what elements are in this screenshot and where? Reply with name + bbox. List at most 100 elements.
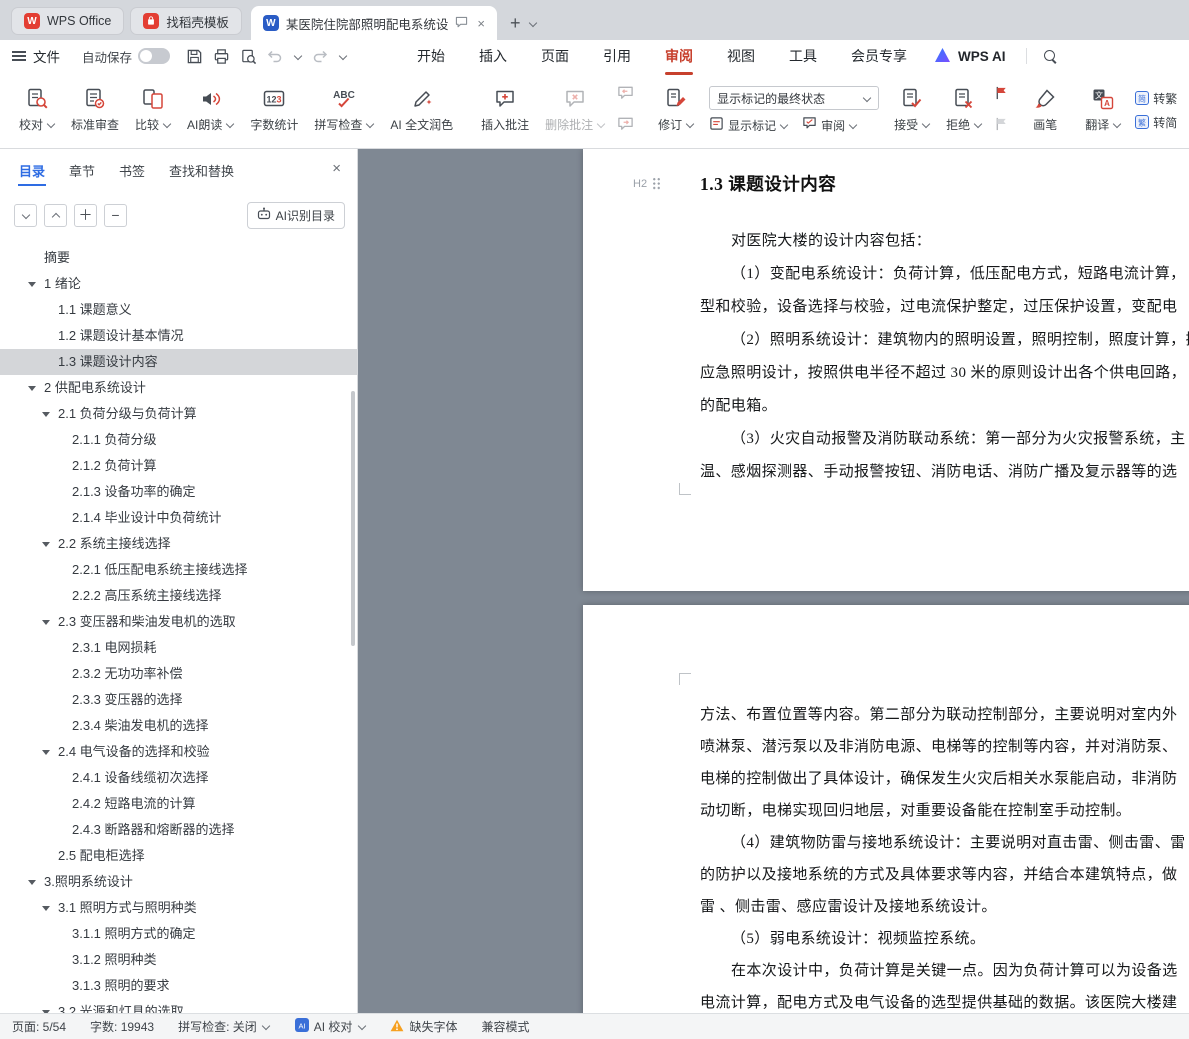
new-tab-button[interactable]: + <box>510 14 521 32</box>
word-count-indicator[interactable]: 字数: 19943 <box>90 1018 154 1035</box>
document-page-2[interactable]: 方法、布置位置等内容。第二部分为联动控制部分，主要说明对室内外喷淋泵、潜污泵以及… <box>583 605 1189 1013</box>
tab-wps-office[interactable]: W WPS Office <box>11 7 124 35</box>
document-text-line[interactable]: 动切断，电梯实现回归地层，对重要设备能在控制室手动控制。 <box>583 795 1189 827</box>
toc-item[interactable]: 2.2 系统主接线选择 <box>0 531 357 557</box>
save-button[interactable] <box>186 48 203 65</box>
ai-recognize-toc-button[interactable]: AI识别目录 <box>247 202 345 229</box>
insert-comment-button[interactable]: 插入批注 <box>474 82 536 138</box>
show-markup-button[interactable]: 显示标记 <box>709 116 788 134</box>
comment-bubble-icon[interactable] <box>455 16 468 31</box>
page-indicator[interactable]: 页面: 5/54 <box>12 1018 66 1035</box>
document-text-line[interactable]: 喷淋泵、潜污泵以及非消防电源、电梯等的控制等内容，并对消防泵、 <box>583 731 1189 763</box>
next-comment-icon[interactable] <box>617 116 634 135</box>
collapse-triangle-icon[interactable] <box>42 412 50 417</box>
toc-item[interactable]: 2.1 负荷分级与负荷计算 <box>0 401 357 427</box>
toc-item[interactable]: 2.5 配电柜选择 <box>0 843 357 869</box>
heading-level-marker[interactable]: H2 <box>633 177 661 190</box>
redo-dropdown-chevron-icon[interactable] <box>338 52 347 61</box>
collapse-triangle-icon[interactable] <box>42 620 50 625</box>
ai-read-aloud-button[interactable]: AI朗读 <box>180 82 241 138</box>
document-text-line[interactable]: 型和校验，设备选择与校验，过电流保护整定，过压保护设置，变配电 <box>583 291 1189 324</box>
toc-item[interactable]: 2.2.1 低压配电系统主接线选择 <box>0 557 357 583</box>
document-text-line[interactable]: 对医院大楼的设计内容包括： <box>583 225 1189 258</box>
toc-item[interactable]: 3.2 光源和灯具的选取 <box>0 999 357 1013</box>
toc-item[interactable]: 2.2.2 高压系统主接线选择 <box>0 583 357 609</box>
markup-state-select[interactable]: 显示标记的最终状态 <box>709 86 879 110</box>
menu-item-页面[interactable]: 页面 <box>539 40 571 72</box>
document-text-line[interactable]: 温、感烟探测器、手动报警按钮、消防电话、消防广播及复示器等的选 <box>583 456 1189 489</box>
document-text-line[interactable]: （2）照明系统设计：建筑物内的照明设置，照明控制，照度计算，插 <box>583 324 1189 357</box>
traditional-to-simplified-button[interactable]: 繁 转简 <box>1135 114 1177 131</box>
document-text-line[interactable]: 电梯的控制做出了具体设计，确保发生火灾后相关水泵能启动，非消防 <box>583 763 1189 795</box>
collapse-triangle-icon[interactable] <box>28 880 36 885</box>
drag-grip-icon[interactable] <box>652 177 661 190</box>
expand-all-button[interactable] <box>44 204 67 227</box>
print-preview-button[interactable] <box>240 48 257 65</box>
toc-item[interactable]: 2.4.2 短路电流的计算 <box>0 791 357 817</box>
document-text-line[interactable]: （5）弱电系统设计：视频监控系统。 <box>583 923 1189 955</box>
print-button[interactable] <box>213 48 230 65</box>
menu-item-引用[interactable]: 引用 <box>601 40 633 72</box>
document-text-line[interactable]: （1）变配电系统设计：负荷计算，低压配电方式，短路电流计算， <box>583 258 1189 291</box>
search-icon[interactable] <box>1043 49 1058 64</box>
spell-check-button[interactable]: ABC 拼写检查 <box>307 82 381 138</box>
document-text-line[interactable]: 电流计算，配电方式及电气设备的选型提供基础的数据。该医院大楼建 <box>583 987 1189 1013</box>
redo-button[interactable] <box>312 48 328 64</box>
panel-scrollbar-thumb[interactable] <box>351 391 355 646</box>
translate-button[interactable]: 文A 翻译 <box>1078 82 1128 138</box>
menu-item-工具[interactable]: 工具 <box>787 40 819 72</box>
collapse-all-button[interactable] <box>14 204 37 227</box>
compat-mode-indicator[interactable]: 兼容模式 <box>481 1018 529 1035</box>
menu-item-审阅[interactable]: 审阅 <box>663 40 695 72</box>
zoom-out-outline-button[interactable]: − <box>104 204 127 227</box>
panel-tab-chapters[interactable]: 章节 <box>68 151 96 190</box>
standard-review-button[interactable]: 标准审查 <box>64 82 126 138</box>
toc-item[interactable]: 1.3 课题设计内容 <box>0 349 357 375</box>
document-text-line[interactable]: 应急照明设计，按照供电半径不超过 30 米的原则设计出各个供电回路， <box>583 357 1189 390</box>
toc-item[interactable]: 2.4 电气设备的选择和校验 <box>0 739 357 765</box>
wps-ai-button[interactable]: WPS AI <box>935 48 1006 65</box>
accept-change-button[interactable]: 接受 <box>887 82 937 138</box>
section-heading[interactable]: 1.3 课题设计内容 <box>700 171 836 196</box>
autosave-toggle[interactable] <box>138 48 170 64</box>
menu-item-会员专享[interactable]: 会员专享 <box>849 40 909 72</box>
spellcheck-status[interactable]: 拼写检查: 关闭 <box>178 1018 271 1035</box>
document-text-line[interactable]: 的防护以及接地系统的方式及具体要求等内容，并结合本建筑特点，做 <box>583 859 1189 891</box>
menu-item-视图[interactable]: 视图 <box>725 40 757 72</box>
toc-item[interactable]: 2.4.3 断路器和熔断器的选择 <box>0 817 357 843</box>
panel-tab-toc[interactable]: 目录 <box>18 151 46 190</box>
next-change-flag-icon[interactable] <box>994 116 1009 135</box>
document-text-line[interactable]: 在本次设计中，负荷计算是关键一点。因为负荷计算可以为设备选 <box>583 955 1189 987</box>
previous-change-flag-icon[interactable] <box>994 85 1009 104</box>
menu-item-插入[interactable]: 插入 <box>477 40 509 72</box>
collapse-triangle-icon[interactable] <box>28 282 36 287</box>
close-panel-icon[interactable]: × <box>332 160 341 177</box>
document-text-line[interactable]: 的配电箱。 <box>583 390 1189 423</box>
toc-item[interactable]: 2.1.1 负荷分级 <box>0 427 357 453</box>
toc-item[interactable]: 3.1.2 照明种类 <box>0 947 357 973</box>
document-text-line[interactable]: （4）建筑物防雷与接地系统设计：主要说明对直击雷、侧击雷、雷 <box>583 827 1189 859</box>
zoom-in-outline-button[interactable]: ＋ <box>74 204 97 227</box>
toc-item[interactable]: 2.1.2 负荷计算 <box>0 453 357 479</box>
reviewers-button[interactable]: 审阅 <box>802 116 857 134</box>
toc-item[interactable]: 2.3.2 无功功率补偿 <box>0 661 357 687</box>
panel-tab-bookmarks[interactable]: 书签 <box>118 151 146 190</box>
toc-item[interactable]: 2.1.4 毕业设计中负荷统计 <box>0 505 357 531</box>
toc-item[interactable]: 2 供配电系统设计 <box>0 375 357 401</box>
toc-item[interactable]: 3.1.3 照明的要求 <box>0 973 357 999</box>
previous-comment-icon[interactable] <box>617 85 634 104</box>
toc-item[interactable]: 3.1 照明方式与照明种类 <box>0 895 357 921</box>
menu-item-开始[interactable]: 开始 <box>415 40 447 72</box>
document-text-line[interactable]: （3）火灾自动报警及消防联动系统：第一部分为火灾报警系统，主 <box>583 423 1189 456</box>
word-count-button[interactable]: 123 字数统计 <box>243 82 305 138</box>
toc-item[interactable]: 3.1.1 照明方式的确定 <box>0 921 357 947</box>
panel-tab-find-replace[interactable]: 查找和替换 <box>168 151 235 190</box>
toc-item[interactable]: 1.2 课题设计基本情况 <box>0 323 357 349</box>
collapse-triangle-icon[interactable] <box>28 386 36 391</box>
tab-docer-templates[interactable]: 找稻壳模板 <box>130 7 242 35</box>
undo-dropdown-chevron-icon[interactable] <box>293 52 302 61</box>
tab-document-active[interactable]: W 某医院住院部照明配电系统设 × <box>251 6 497 40</box>
close-tab-icon[interactable]: × <box>477 16 485 31</box>
collapse-triangle-icon[interactable] <box>42 542 50 547</box>
proofread-button[interactable]: 校对 <box>12 82 62 138</box>
